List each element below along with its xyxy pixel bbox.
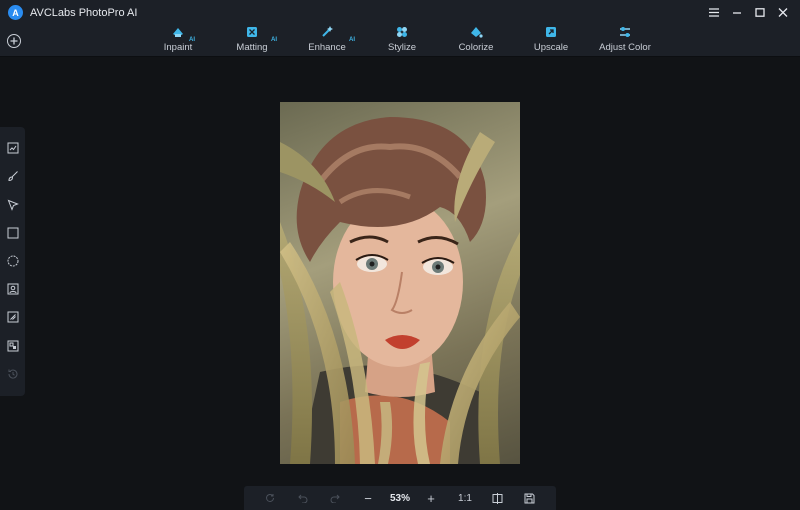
tool-adjust-color[interactable]: Adjust Color: [588, 25, 662, 55]
ai-badge: AI: [349, 37, 355, 43]
redo-icon: [327, 486, 343, 510]
tool-stylize[interactable]: Stylize: [366, 25, 438, 55]
zoom-in-button[interactable]: +: [423, 486, 439, 510]
enhance-icon: [322, 26, 333, 37]
ai-badge: AI: [271, 37, 277, 43]
portrait-select-icon[interactable]: [6, 282, 19, 295]
matting-icon: [247, 27, 257, 37]
compare-icon[interactable]: [489, 486, 505, 510]
tool-upscale[interactable]: Upscale: [514, 25, 588, 55]
undo-icon: [295, 486, 311, 510]
menu-icon[interactable]: [704, 4, 723, 21]
left-tool-panel: [0, 127, 25, 396]
zoom-level: 53%: [389, 492, 410, 504]
tool-adjust-color-label: Adjust Color: [599, 42, 651, 53]
close-icon[interactable]: [773, 4, 792, 21]
tool-upscale-label: Upscale: [533, 42, 569, 53]
app-title: AVCLabs PhotoPro AI: [30, 7, 138, 19]
adjust-color-icon: [620, 27, 630, 37]
lasso-icon[interactable]: [6, 198, 19, 211]
zoom-out-button[interactable]: −: [360, 486, 376, 510]
tool-colorize[interactable]: Colorize: [438, 25, 514, 55]
object-select-icon[interactable]: [6, 310, 19, 323]
window-controls: [704, 4, 792, 21]
actual-size-button[interactable]: 1:1: [454, 486, 476, 510]
tool-colorize-label: Colorize: [458, 42, 494, 53]
feature-toolbar: Inpaint AI Matting AI Enhance AI Stylize…: [140, 25, 662, 55]
tool-enhance[interactable]: Enhance AI: [288, 25, 366, 55]
save-icon[interactable]: [521, 486, 537, 510]
add-image-button[interactable]: [7, 34, 21, 48]
reset-icon: [262, 486, 278, 510]
history-icon: [6, 367, 19, 380]
maximize-icon[interactable]: [750, 4, 769, 21]
title-bar: A AVCLabs PhotoPro AI Inpaint AI Matting…: [0, 0, 800, 57]
stylize-icon: [397, 27, 407, 37]
minimize-icon[interactable]: [727, 4, 746, 21]
rectangle-select-icon[interactable]: [6, 226, 19, 239]
tool-enhance-label: Enhance: [308, 42, 346, 53]
portrait-photo: [280, 117, 520, 464]
tool-inpaint[interactable]: Inpaint AI: [140, 25, 216, 55]
inpaint-icon: [173, 28, 183, 37]
tool-matting-label: Matting: [236, 42, 268, 53]
ai-badge: AI: [189, 37, 195, 43]
tool-stylize-label: Stylize: [388, 42, 416, 53]
brush-icon[interactable]: [6, 169, 19, 182]
ellipse-select-icon[interactable]: [6, 254, 19, 267]
canvas-image[interactable]: [280, 102, 520, 464]
colorize-icon: [471, 27, 483, 38]
tool-matting[interactable]: Matting AI: [216, 25, 288, 55]
tool-inpaint-label: Inpaint: [163, 42, 193, 53]
bottom-toolbar: − 53% + 1:1: [244, 486, 556, 510]
layer-icon[interactable]: [6, 339, 19, 352]
app-logo-icon: A: [8, 5, 23, 20]
auto-select-icon[interactable]: [6, 141, 19, 154]
upscale-icon: [546, 27, 556, 37]
